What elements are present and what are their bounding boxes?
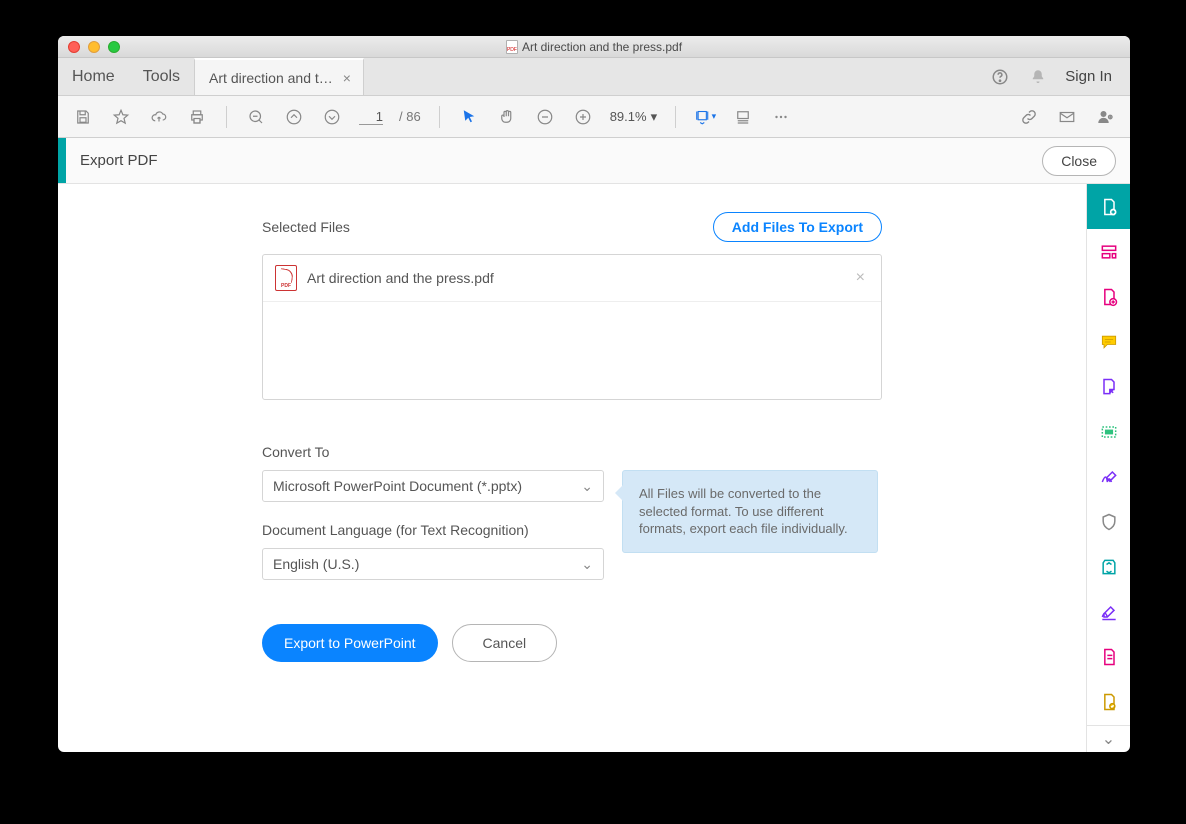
language-select[interactable]: English (U.S.) ⌄: [262, 548, 604, 580]
tab-document-label: Art direction and t…: [209, 70, 333, 86]
chevron-down-icon: ▾: [651, 109, 658, 125]
tab-document[interactable]: Art direction and t… ×: [194, 58, 364, 95]
export-button[interactable]: Export to PowerPoint: [262, 624, 438, 662]
tool-comment[interactable]: [1087, 319, 1131, 364]
tool-fill-sign[interactable]: [1087, 589, 1131, 634]
file-name: Art direction and the press.pdf: [307, 270, 842, 286]
page-up-icon[interactable]: [283, 106, 305, 128]
tool-more[interactable]: [1087, 680, 1131, 725]
zoom-dropdown[interactable]: 89.1% ▾: [610, 109, 657, 125]
tool-sign[interactable]: [1087, 454, 1131, 499]
panel-body: Selected Files Add Files To Export PDF A…: [58, 184, 1130, 752]
window-title: PDF Art direction and the press.pdf: [58, 40, 1130, 54]
chevron-down-icon: ⌄: [581, 556, 593, 573]
more-tools-icon[interactable]: [770, 106, 792, 128]
fit-width-icon[interactable]: ▾: [694, 106, 716, 128]
chevron-down-icon: ⌄: [581, 478, 593, 495]
convert-to-value: Microsoft PowerPoint Document (*.pptx): [273, 478, 522, 494]
save-icon[interactable]: [72, 106, 94, 128]
zoom-minus-icon[interactable]: [534, 106, 556, 128]
cancel-button[interactable]: Cancel: [452, 624, 558, 662]
cloud-upload-icon[interactable]: [148, 106, 170, 128]
scroll-mode-icon[interactable]: [732, 106, 754, 128]
tool-create-pdf[interactable]: [1087, 229, 1131, 274]
language-label: Document Language (for Text Recognition): [262, 522, 604, 538]
tab-close-icon[interactable]: ×: [341, 68, 353, 88]
notifications-icon[interactable]: [1027, 66, 1049, 88]
tab-strip: Home Tools Art direction and t… × Sign I…: [58, 58, 1130, 96]
selected-files-list: PDF Art direction and the press.pdf ×: [262, 254, 882, 400]
titlebar: PDF Art direction and the press.pdf: [58, 36, 1130, 58]
zoom-out-icon[interactable]: [245, 106, 267, 128]
add-files-button[interactable]: Add Files To Export: [713, 212, 882, 242]
panel-title: Export PDF: [66, 152, 158, 169]
export-form-area: Selected Files Add Files To Export PDF A…: [58, 184, 1086, 752]
pdf-file-icon: PDF: [275, 265, 297, 291]
zoom-value: 89.1%: [610, 109, 647, 124]
page-down-icon[interactable]: [321, 106, 343, 128]
window-title-text: Art direction and the press.pdf: [522, 40, 682, 54]
file-item[interactable]: PDF Art direction and the press.pdf ×: [263, 255, 881, 302]
share-people-icon[interactable]: [1094, 106, 1116, 128]
language-value: English (U.S.): [273, 556, 359, 572]
chevron-down-icon: ▾: [712, 111, 717, 122]
remove-file-icon[interactable]: ×: [852, 265, 869, 291]
star-icon[interactable]: [110, 106, 132, 128]
conversion-hint: All Files will be converted to the selec…: [622, 470, 878, 553]
selected-files-label: Selected Files: [262, 219, 350, 235]
print-icon[interactable]: [186, 106, 208, 128]
convert-to-select[interactable]: Microsoft PowerPoint Document (*.pptx) ⌄: [262, 470, 604, 502]
tool-organize-pages[interactable]: [1087, 364, 1131, 409]
tab-home[interactable]: Home: [58, 58, 129, 95]
share-link-icon[interactable]: [1018, 106, 1040, 128]
tab-tools[interactable]: Tools: [129, 58, 194, 95]
tools-expand-icon[interactable]: ⌄: [1087, 725, 1130, 752]
tool-redact[interactable]: [1087, 409, 1131, 454]
tool-edit-pdf[interactable]: [1087, 274, 1131, 319]
zoom-plus-icon[interactable]: [572, 106, 594, 128]
app-window: PDF Art direction and the press.pdf Home…: [58, 36, 1130, 752]
email-icon[interactable]: [1056, 106, 1078, 128]
tool-protect[interactable]: [1087, 499, 1131, 544]
tool-send-for-review[interactable]: [1087, 634, 1131, 679]
export-panel-header: Export PDF Close: [58, 138, 1130, 184]
help-icon[interactable]: [989, 66, 1011, 88]
pdf-file-icon: PDF: [506, 40, 518, 54]
tool-compress[interactable]: [1087, 544, 1131, 589]
convert-to-label: Convert To: [262, 444, 882, 460]
page-total-label: / 86: [399, 109, 421, 124]
page-number-input[interactable]: [359, 109, 383, 125]
sign-in-button[interactable]: Sign In: [1065, 68, 1112, 85]
tool-export-pdf[interactable]: [1087, 184, 1131, 229]
main-toolbar: / 86 89.1% ▾ ▾: [58, 96, 1130, 138]
hand-tool-icon[interactable]: [496, 106, 518, 128]
close-panel-button[interactable]: Close: [1042, 146, 1116, 176]
selection-tool-icon[interactable]: [458, 106, 480, 128]
tools-sidebar: ⌄: [1086, 184, 1130, 752]
panel-accent: [58, 138, 66, 183]
